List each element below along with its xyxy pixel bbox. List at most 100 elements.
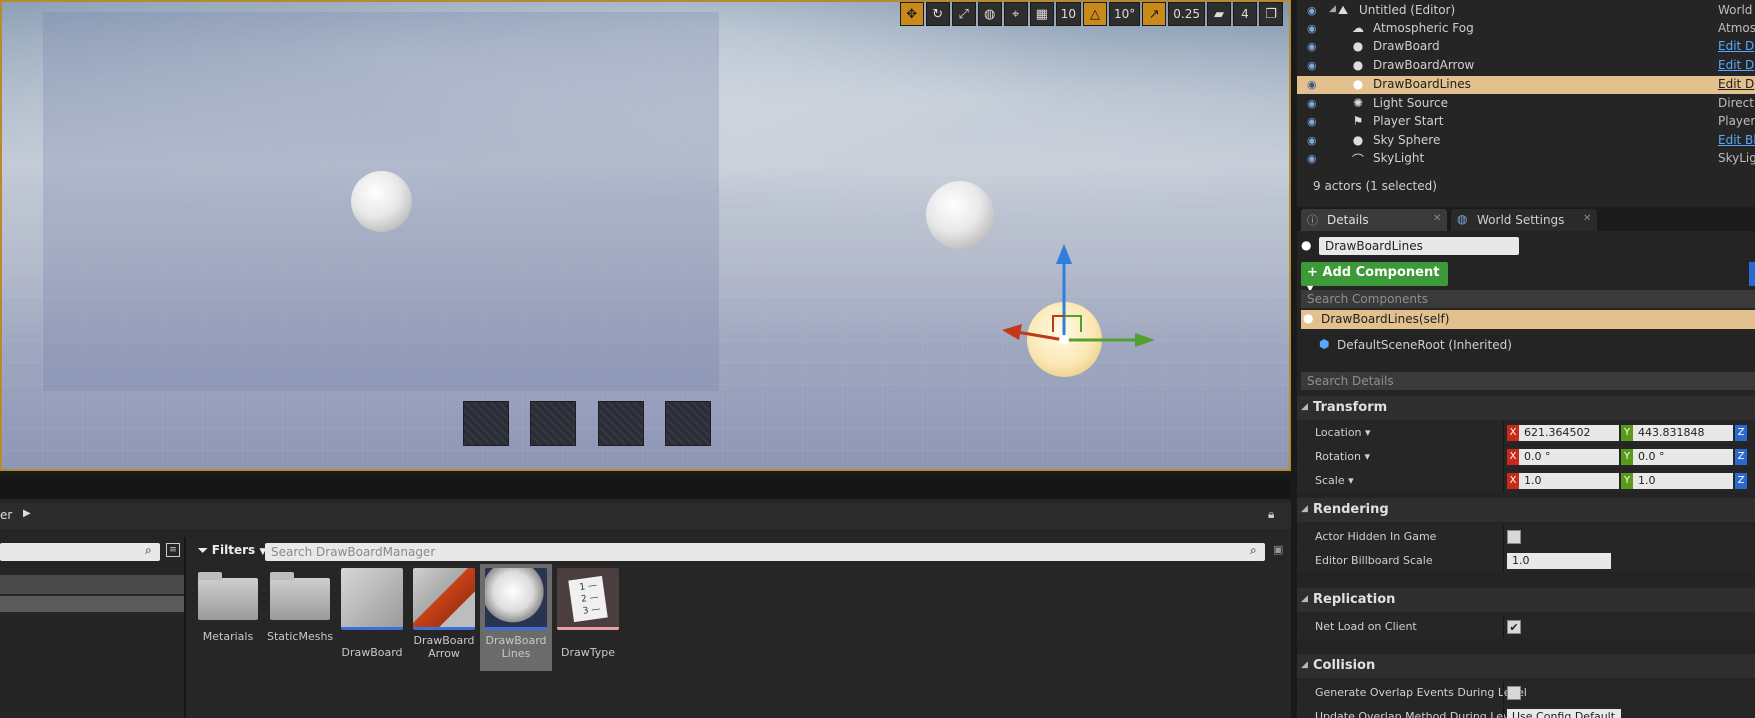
tab-world-settings[interactable]: ◍ World Settings ✕: [1451, 209, 1597, 231]
vector-value[interactable]: 0.0 °: [1633, 449, 1733, 465]
outliner-row-skylight[interactable]: ◉ ⌒ SkyLight SkyLig: [1297, 150, 1755, 168]
search-components-input[interactable]: Search Components: [1301, 290, 1755, 308]
section-replication[interactable]: ◢ Replication: [1297, 588, 1755, 612]
scale-z-field[interactable]: Z: [1735, 473, 1747, 489]
filters-button[interactable]: ⏷ Filters ▼: [198, 543, 266, 558]
visibility-eye-icon[interactable]: ◉: [1307, 78, 1321, 91]
tab-details[interactable]: ⓘ Details ✕: [1301, 209, 1447, 231]
outliner-row-world[interactable]: ◉ ◢ ⛰ Untitled (Editor) World: [1297, 2, 1755, 20]
folder-row[interactable]: [0, 596, 184, 612]
vector-value[interactable]: 1.0: [1519, 473, 1619, 489]
camera-speed-value[interactable]: 4: [1233, 2, 1257, 26]
folder-search-input[interactable]: [0, 543, 160, 561]
vector-value[interactable]: 0.0 °: [1519, 449, 1619, 465]
path-segment[interactable]: er: [0, 508, 12, 522]
location-y-field[interactable]: Y 443.831848: [1621, 425, 1733, 441]
location-z-field[interactable]: Z: [1735, 425, 1747, 441]
board-tile[interactable]: [598, 401, 644, 446]
close-icon[interactable]: ✕: [1433, 213, 1441, 224]
scale-snap-value[interactable]: 0.25: [1168, 2, 1205, 26]
outliner-row-sky-sphere[interactable]: ◉ ● Sky Sphere Edit Bl: [1297, 132, 1755, 150]
asset-blueprint-drawboardarrow[interactable]: DrawBoard Arrow: [411, 568, 477, 660]
board-tile[interactable]: [463, 401, 509, 446]
outliner-row-atmospheric-fog[interactable]: ◉ ☁ Atmospheric Fog Atmos: [1297, 20, 1755, 38]
scale-mode-icon[interactable]: ⤢: [951, 2, 976, 26]
edit-blueprint-link[interactable]: Edit D: [1718, 58, 1754, 72]
path-arrow-icon[interactable]: ▶: [23, 508, 31, 519]
section-transform[interactable]: ◢ Transform: [1297, 396, 1755, 420]
search-icon[interactable]: ⌕: [145, 543, 152, 558]
visibility-eye-icon[interactable]: ◉: [1307, 40, 1321, 53]
asset-folder-metarials[interactable]: Metarials: [195, 568, 261, 643]
scale-snap-icon[interactable]: ↗: [1142, 2, 1167, 26]
search-icon[interactable]: ⌕: [1250, 543, 1257, 558]
view-options-icon[interactable]: ≡: [166, 543, 180, 557]
sphere-actor-drawboardarrow[interactable]: [926, 181, 994, 249]
rotation-snap-icon[interactable]: △: [1083, 2, 1107, 26]
outliner-row-drawboardlines-selected[interactable]: ◉ ● DrawBoardLines Edit D: [1297, 76, 1755, 94]
scale-x-field[interactable]: X 1.0: [1507, 473, 1619, 489]
vector-value[interactable]: 1.0: [1633, 473, 1733, 489]
asset-enum-drawtype[interactable]: 1 —2 —3 — DrawType: [555, 568, 621, 659]
asset-search-input[interactable]: Search DrawBoardManager: [265, 543, 1265, 561]
prop-label[interactable]: Location ▾: [1315, 426, 1371, 439]
sphere-actor-drawboard[interactable]: [351, 171, 412, 232]
visibility-eye-icon[interactable]: ◉: [1307, 115, 1321, 128]
prop-label[interactable]: Scale ▾: [1315, 474, 1354, 487]
camera-speed-icon[interactable]: ▰: [1207, 2, 1231, 26]
component-row-root[interactable]: ⬢ DefaultSceneRoot (Inherited): [1301, 336, 1755, 355]
prop-label[interactable]: Rotation ▾: [1315, 450, 1370, 463]
outliner-row-drawboard[interactable]: ◉ ● DrawBoard Edit D: [1297, 38, 1755, 56]
rotation-snap-value[interactable]: 10°: [1109, 2, 1141, 26]
rotation-y-field[interactable]: Y 0.0 °: [1621, 449, 1733, 465]
edit-blueprint-link[interactable]: Edit D: [1718, 77, 1754, 91]
surface-snap-icon[interactable]: ⌖: [1003, 2, 1028, 26]
visibility-eye-icon[interactable]: ◉: [1307, 134, 1321, 147]
add-component-button[interactable]: + Add Component ▼: [1301, 262, 1448, 293]
grid-snap-value[interactable]: 10: [1055, 2, 1081, 26]
update-overlap-dropdown[interactable]: Use Config Default: [1507, 709, 1621, 718]
section-rendering[interactable]: ◢ Rendering: [1297, 498, 1755, 522]
board-tile[interactable]: [530, 401, 576, 446]
maximize-viewport-icon[interactable]: ❐: [1259, 2, 1283, 26]
visibility-eye-icon[interactable]: ◉: [1307, 22, 1321, 35]
outliner-row-drawboardarrow[interactable]: ◉ ● DrawBoardArrow Edit D: [1297, 57, 1755, 75]
level-viewport[interactable]: ✥ ↻ ⤢ ◍ ⌖ ▦ 10 △ 10° ↗ 0.25 ▰ 4 ❐: [0, 0, 1291, 471]
close-icon[interactable]: ✕: [1583, 213, 1591, 224]
rotate-mode-icon[interactable]: ↻: [925, 2, 950, 26]
visibility-eye-icon[interactable]: ◉: [1307, 4, 1321, 17]
blueprint-button[interactable]: [1749, 262, 1755, 286]
asset-folder-staticmeshs[interactable]: StaticMeshs: [267, 568, 333, 643]
vector-value[interactable]: 443.831848: [1633, 425, 1733, 441]
visibility-eye-icon[interactable]: ◉: [1307, 152, 1321, 165]
outliner-row-light-source[interactable]: ◉ ✺ Light Source Directi: [1297, 95, 1755, 113]
visibility-eye-icon[interactable]: ◉: [1307, 97, 1321, 110]
rotation-x-field[interactable]: X 0.0 °: [1507, 449, 1619, 465]
save-search-icon[interactable]: ▣: [1273, 543, 1283, 556]
outliner-row-player-start[interactable]: ◉ ⚑ Player Start Player: [1297, 113, 1755, 131]
asset-blueprint-drawboard[interactable]: DrawBoard: [339, 568, 405, 659]
asset-blueprint-drawboardlines-selected[interactable]: DrawBoard Lines: [480, 564, 552, 671]
section-collision[interactable]: ◢ Collision: [1297, 654, 1755, 678]
transform-gizmo[interactable]: [997, 242, 1157, 352]
scale-y-field[interactable]: Y 1.0: [1621, 473, 1733, 489]
component-row-self[interactable]: ● DrawBoardLines(self): [1301, 310, 1755, 329]
actor-name-input[interactable]: DrawBoardLines: [1319, 237, 1519, 255]
grid-snap-icon[interactable]: ▦: [1029, 2, 1054, 26]
edit-blueprint-link[interactable]: Edit Bl: [1718, 133, 1755, 147]
lock-icon[interactable]: 🔒︎: [1268, 507, 1274, 522]
world-local-icon[interactable]: ◍: [977, 2, 1002, 26]
location-x-field[interactable]: X 621.364502: [1507, 425, 1619, 441]
folder-row[interactable]: [0, 575, 184, 594]
actor-hidden-checkbox[interactable]: [1507, 530, 1521, 544]
overlap-events-checkbox[interactable]: [1507, 686, 1521, 700]
net-load-checkbox[interactable]: ✔: [1507, 620, 1521, 634]
search-details-input[interactable]: Search Details: [1301, 372, 1755, 390]
board-tile[interactable]: [665, 401, 711, 446]
visibility-eye-icon[interactable]: ◉: [1307, 59, 1321, 72]
translate-mode-icon[interactable]: ✥: [899, 2, 924, 26]
rotation-z-field[interactable]: Z: [1735, 449, 1747, 465]
edit-blueprint-link[interactable]: Edit D: [1718, 39, 1754, 53]
billboard-scale-field[interactable]: 1.0: [1507, 553, 1611, 569]
vector-value[interactable]: 621.364502: [1519, 425, 1619, 441]
